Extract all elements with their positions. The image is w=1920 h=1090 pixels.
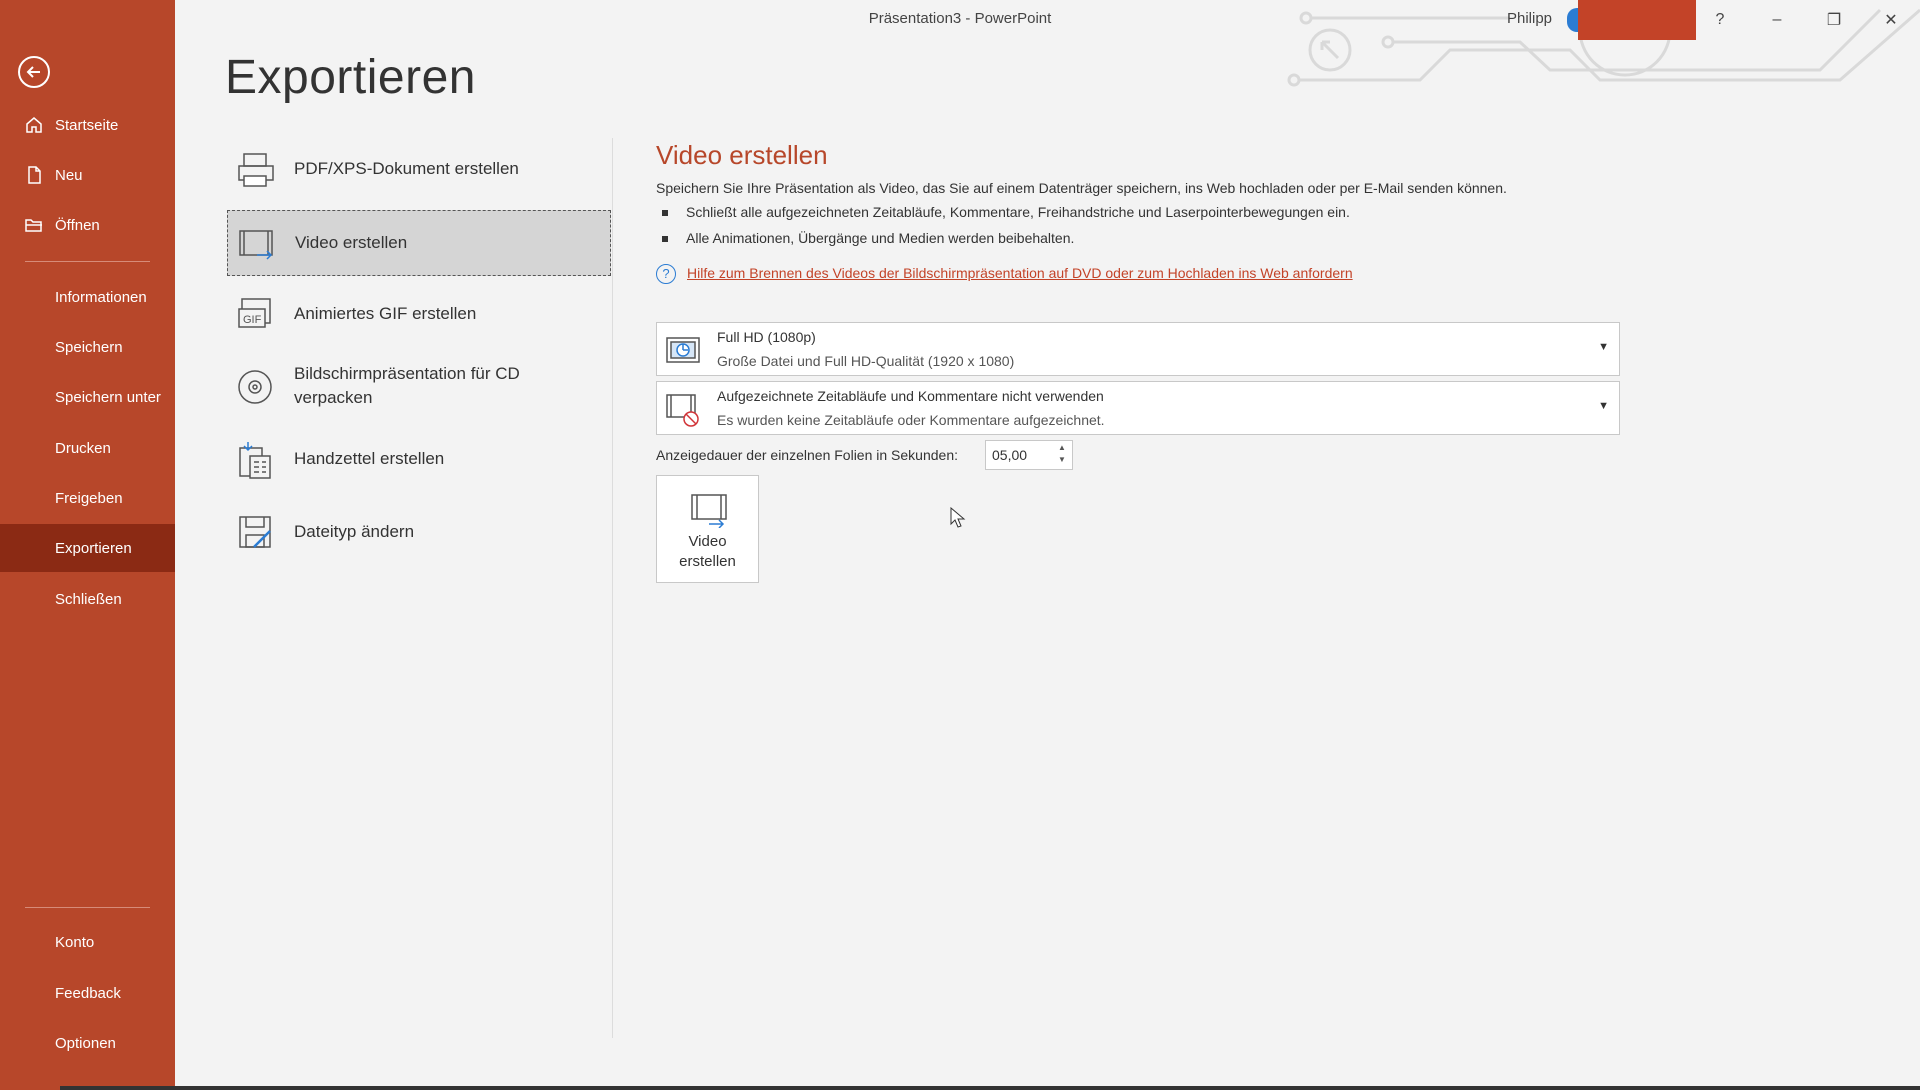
sidebar-item-informationen[interactable]: Informationen — [0, 273, 175, 321]
sidebar-item-optionen[interactable]: Optionen — [0, 1019, 175, 1067]
help-circle-icon: ? — [656, 264, 676, 284]
bullet-item: Schließt alle aufgezeichneten Zeitabläuf… — [662, 204, 1350, 220]
cd-disc-icon — [236, 367, 276, 407]
pdf-document-icon — [236, 150, 276, 190]
timing-subtitle: Es wurden keine Zeitabläufe oder Komment… — [717, 412, 1105, 428]
gif-icon: GIF — [236, 295, 276, 335]
video-film-icon — [237, 225, 277, 265]
duration-label: Anzeigedauer der einzelnen Folien in Sek… — [656, 447, 958, 463]
duration-stepper[interactable]: ▲ ▼ — [985, 440, 1073, 470]
minimize-icon[interactable]: – — [1757, 4, 1797, 36]
close-icon[interactable]: ✕ — [1871, 4, 1911, 36]
mouse-pointer-icon — [950, 507, 966, 528]
export-option-gif[interactable]: GIF Animiertes GIF erstellen — [227, 281, 611, 347]
options-divider — [612, 138, 613, 1038]
video-description: Speichern Sie Ihre Präsentation als Vide… — [656, 180, 1507, 196]
export-option-label: Animiertes GIF erstellen — [294, 304, 477, 323]
chevron-down-icon: ▼ — [1598, 341, 1609, 353]
sidebar-item-oeffnen[interactable]: Öffnen — [0, 201, 175, 249]
spin-down-icon[interactable]: ▼ — [1056, 455, 1068, 468]
video-section-title: Video erstellen — [656, 140, 828, 170]
sidebar-item-label: Konto — [55, 933, 95, 951]
sidebar-item-exportieren[interactable]: Exportieren — [0, 524, 175, 572]
quality-title: Full HD (1080p) — [717, 329, 816, 345]
sidebar-item-schliessen[interactable]: Schließen — [0, 575, 175, 623]
export-option-filetype[interactable]: Dateityp ändern — [227, 499, 611, 565]
export-option-label: Dateityp ändern — [294, 522, 415, 541]
restore-icon[interactable]: ❐ — [1814, 4, 1854, 36]
sidebar-item-speichern[interactable]: Speichern — [0, 323, 175, 371]
sidebar-item-label: Drucken — [55, 439, 111, 457]
svg-text:GIF: GIF — [243, 314, 262, 326]
handout-icon — [236, 440, 276, 480]
new-document-icon — [24, 165, 44, 185]
sidebar-item-konto[interactable]: Konto — [0, 918, 175, 966]
export-option-video[interactable]: Video erstellen — [227, 210, 611, 276]
no-timings-icon — [665, 391, 701, 427]
quality-dropdown[interactable]: Full HD (1080p) Große Datei und Full HD-… — [656, 322, 1620, 376]
sidebar-divider — [25, 907, 150, 908]
sidebar-item-label: Exportieren — [55, 539, 132, 557]
video-quality-icon — [665, 332, 701, 368]
sidebar-item-speichern-unter[interactable]: Speichern unter — [0, 373, 175, 421]
help-link[interactable]: Hilfe zum Brennen des Videos der Bildsch… — [687, 265, 1353, 281]
page-title: Exportieren — [225, 51, 476, 104]
sidebar-item-label: Startseite — [55, 116, 119, 134]
create-video-label-line1: Video — [688, 533, 727, 550]
timing-title: Aufgezeichnete Zeitabläufe und Kommentar… — [717, 388, 1104, 404]
sidebar-item-feedback[interactable]: Feedback — [0, 969, 175, 1017]
sidebar-item-neu[interactable]: Neu — [0, 151, 175, 199]
export-option-label: Handzettel erstellen — [294, 449, 445, 468]
chevron-down-icon: ▼ — [1598, 400, 1609, 412]
quality-subtitle: Große Datei und Full HD-Qualität (1920 x… — [717, 353, 1015, 369]
export-option-label: PDF/XPS-Dokument erstellen — [294, 159, 519, 178]
create-video-label-line2: erstellen — [679, 553, 736, 570]
export-option-cd[interactable]: Bildschirmpräsentation für CD verpacken — [227, 353, 611, 419]
sidebar-item-label: Neu — [55, 166, 83, 184]
sidebar-item-label: Speichern — [55, 338, 123, 356]
sidebar-item-label: Schließen — [55, 590, 122, 608]
help-icon[interactable]: ? — [1700, 4, 1740, 36]
sidebar-item-startseite[interactable]: Startseite — [0, 101, 175, 149]
folder-open-icon — [24, 215, 44, 235]
home-icon — [24, 115, 44, 135]
sidebar-item-label: Freigeben — [55, 489, 123, 507]
change-file-type-icon — [236, 513, 276, 553]
video-film-icon — [689, 492, 729, 529]
export-option-pdf[interactable]: PDF/XPS-Dokument erstellen — [227, 136, 611, 202]
bullet-item: Alle Animationen, Übergänge und Medien w… — [662, 230, 1074, 246]
sidebar-item-label: Speichern unter — [55, 388, 161, 406]
export-option-label: Bildschirmpräsentation für CD verpacken — [294, 364, 520, 407]
timing-dropdown[interactable]: Aufgezeichnete Zeitabläufe und Kommentar… — [656, 381, 1620, 435]
back-arrow-icon[interactable] — [18, 56, 50, 88]
duration-input[interactable] — [992, 446, 1052, 464]
redacted-area — [1578, 0, 1696, 40]
sidebar-item-label: Optionen — [55, 1034, 116, 1052]
user-name[interactable]: Philipp — [1507, 10, 1552, 27]
export-option-handout[interactable]: Handzettel erstellen — [227, 426, 611, 492]
sidebar-divider — [25, 261, 150, 262]
sidebar-item-label: Informationen — [55, 288, 147, 306]
create-video-button[interactable]: Video erstellen — [656, 475, 759, 583]
sidebar-item-label: Öffnen — [55, 216, 100, 234]
sidebar-item-drucken[interactable]: Drucken — [0, 424, 175, 472]
sidebar-item-freigeben[interactable]: Freigeben — [0, 474, 175, 522]
backstage-sidebar: Startseite Neu Öffnen Informationen Spei… — [0, 0, 175, 1090]
export-option-label: Video erstellen — [295, 233, 408, 252]
bottom-edge-bar — [60, 1086, 1920, 1090]
sidebar-item-label: Feedback — [55, 984, 121, 1002]
